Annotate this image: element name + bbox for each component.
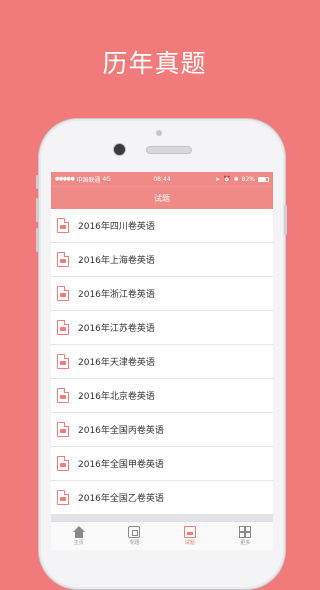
list-item[interactable]: 2016年天津卷英语 bbox=[51, 345, 273, 378]
list-item[interactable]: 2016年浙江卷英语 bbox=[51, 277, 273, 310]
app-screen: ●●●●● 中国联通 4G 08:44 ➤ ⏰ ✱ 82% 试题 2016年四川… bbox=[51, 172, 273, 550]
battery-icon bbox=[258, 176, 269, 182]
volume-up-button bbox=[36, 198, 39, 222]
list-item-label: 2016年浙江卷英语 bbox=[78, 290, 155, 300]
status-time: 08:44 bbox=[153, 175, 171, 183]
tab-label: 更多 bbox=[240, 540, 251, 546]
tab-label: 专题 bbox=[129, 540, 140, 546]
exam-paper-icon bbox=[57, 422, 69, 437]
list-item-label: 2016年上海卷英语 bbox=[78, 256, 155, 266]
volume-down-button bbox=[36, 228, 39, 252]
front-camera bbox=[113, 143, 126, 156]
list-item[interactable]: 2016年上海卷英语 bbox=[51, 243, 273, 276]
list-item-label: 2016年全国丙卷英语 bbox=[78, 426, 164, 436]
earpiece-speaker bbox=[146, 146, 192, 154]
list-item-label: 2016年江苏卷英语 bbox=[78, 324, 155, 334]
list-item-label: 2016年北京卷英语 bbox=[78, 392, 155, 402]
list-item[interactable]: 2016年北京卷英语 bbox=[51, 379, 273, 412]
list-item[interactable]: 2016年四川卷英语 bbox=[51, 209, 273, 242]
list-item-label: 2016年全国甲卷英语 bbox=[78, 460, 164, 470]
exam-paper-icon bbox=[57, 490, 69, 505]
nav-title: 试题 bbox=[154, 194, 170, 203]
list-item[interactable]: 2016年全国甲卷英语 bbox=[51, 447, 273, 480]
exam-icon bbox=[183, 526, 196, 538]
proximity-sensor bbox=[156, 130, 162, 136]
status-bar: ●●●●● 中国联通 4G 08:44 ➤ ⏰ ✱ 82% bbox=[51, 172, 273, 186]
exam-paper-icon bbox=[57, 320, 69, 335]
promo-title: 历年真题 bbox=[102, 49, 207, 78]
tab-home[interactable]: 主页 bbox=[51, 522, 107, 550]
mute-switch bbox=[36, 175, 39, 189]
power-button bbox=[284, 205, 287, 235]
home-icon bbox=[72, 526, 85, 538]
list-item[interactable]: 2016年全国乙卷英语 bbox=[51, 481, 273, 514]
tab-label: 试题 bbox=[184, 540, 195, 546]
tab-topics[interactable]: 专题 bbox=[107, 522, 163, 550]
exam-list: 2016年四川卷英语 2016年上海卷英语 2016年浙江卷英语 2016年江苏… bbox=[51, 209, 273, 526]
tab-exams[interactable]: 试题 bbox=[162, 522, 218, 550]
topic-icon bbox=[128, 526, 141, 538]
list-item[interactable]: 2016年全国丙卷英语 bbox=[51, 413, 273, 446]
grid-icon bbox=[239, 526, 252, 538]
tab-label: 主页 bbox=[73, 540, 84, 546]
list-item-label: 2016年天津卷英语 bbox=[78, 358, 155, 368]
tab-more[interactable]: 更多 bbox=[218, 522, 274, 550]
list-item[interactable]: 2016年江苏卷英语 bbox=[51, 311, 273, 344]
exam-paper-icon bbox=[57, 388, 69, 403]
exam-paper-icon bbox=[57, 218, 69, 233]
nav-bar: 试题 bbox=[51, 186, 273, 210]
exam-paper-icon bbox=[57, 354, 69, 369]
exam-paper-icon bbox=[57, 252, 69, 267]
list-item-label: 2016年四川卷英语 bbox=[78, 222, 155, 232]
exam-paper-icon bbox=[57, 286, 69, 301]
exam-paper-icon bbox=[57, 456, 69, 471]
tab-bar: 主页 专题 试题 更多 bbox=[51, 521, 273, 550]
list-item-label: 2016年全国乙卷英语 bbox=[78, 494, 164, 504]
